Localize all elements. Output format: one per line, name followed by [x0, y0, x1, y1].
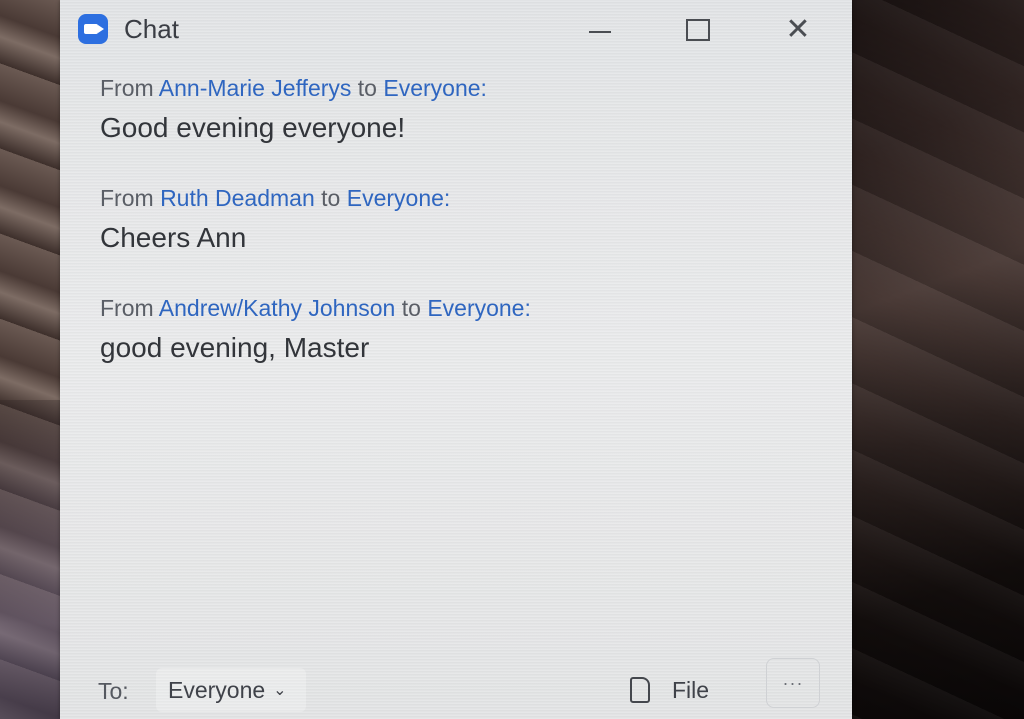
video-camera-icon: [84, 24, 104, 34]
to-label: to: [401, 295, 421, 321]
maximize-button[interactable]: [678, 12, 718, 48]
chat-message: From Ann-Marie Jefferys to Everyone: Goo…: [100, 70, 820, 180]
sender-name[interactable]: Ruth Deadman: [160, 185, 315, 211]
file-button[interactable]: File: [630, 668, 730, 712]
sender-name[interactable]: Andrew/Kathy Johnson: [159, 295, 396, 321]
window-title: Chat: [124, 14, 179, 44]
from-label: From: [100, 295, 154, 321]
chat-footer: To: Everyone ⌄ File ···: [60, 640, 852, 719]
to-label: to: [357, 75, 377, 101]
recipient-name: Everyone:: [427, 295, 531, 321]
message-text: good evening, Master: [100, 332, 370, 363]
sender-name[interactable]: Ann-Marie Jefferys: [159, 75, 352, 101]
message-header: From Ruth Deadman to Everyone:: [100, 180, 820, 216]
more-icon: ···: [782, 672, 804, 693]
zoom-logo-icon: [78, 14, 108, 44]
title-bar[interactable]: Chat ✕: [60, 0, 852, 58]
message-header: From Andrew/Kathy Johnson to Everyone:: [100, 290, 820, 326]
close-button[interactable]: ✕: [778, 12, 818, 48]
more-options-button[interactable]: ···: [766, 658, 820, 708]
minimize-button[interactable]: [580, 12, 620, 48]
chevron-down-icon: ⌄: [273, 682, 287, 699]
to-field-label: To:: [98, 678, 129, 704]
message-header: From Ann-Marie Jefferys to Everyone:: [100, 70, 820, 106]
recipient-name: Everyone:: [383, 75, 487, 101]
message-list: From Ann-Marie Jefferys to Everyone: Goo…: [100, 70, 820, 400]
chat-window: Chat ✕ From Ann-Marie Jefferys to Everyo…: [60, 0, 852, 719]
message-text: Good evening everyone!: [100, 112, 406, 143]
file-button-label: File: [672, 676, 710, 703]
minimize-icon: [589, 31, 611, 33]
from-label: From: [100, 185, 154, 211]
recipient-dropdown[interactable]: Everyone ⌄: [156, 668, 306, 712]
maximize-icon: [686, 19, 710, 41]
chat-message: From Ruth Deadman to Everyone: Cheers An…: [100, 180, 820, 290]
background-right: [852, 0, 1024, 719]
recipient-name: Everyone:: [346, 185, 451, 211]
chat-message: From Andrew/Kathy Johnson to Everyone: g…: [100, 290, 820, 400]
file-icon: [630, 677, 650, 703]
background-left: [0, 0, 60, 719]
recipient-value: Everyone: [168, 676, 266, 703]
from-label: From: [100, 75, 154, 101]
close-icon: ✕: [785, 13, 811, 46]
message-text: Cheers Ann: [100, 222, 247, 253]
to-label: to: [321, 185, 341, 211]
